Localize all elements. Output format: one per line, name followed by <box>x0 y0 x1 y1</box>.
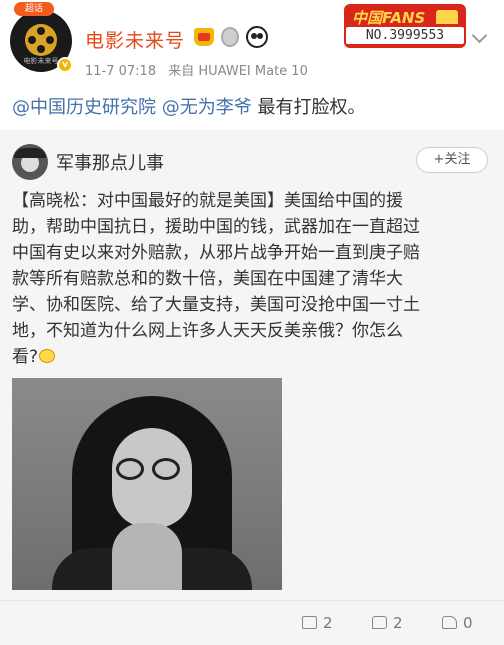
like-button[interactable]: 0 <box>442 613 473 633</box>
comment-icon <box>372 616 387 629</box>
share-icon <box>302 616 317 629</box>
share-button[interactable]: 2 <box>302 613 333 633</box>
post-body: 最有打脸权。 <box>257 97 366 118</box>
action-bar: 2 2 0 <box>0 600 504 645</box>
retweet-card[interactable]: 军事那点儿事 +关注 【高晓松：对中国最好的就是美国】美国给中国的援 助，帮助中… <box>0 130 504 600</box>
comment-button[interactable]: 2 <box>372 613 403 633</box>
post-source: 来自 HUAWEI Mate 10 <box>168 64 308 79</box>
thumbs-up-icon <box>442 616 457 629</box>
retweet-avatar[interactable] <box>12 144 48 180</box>
fans-badge[interactable]: 中国FANS NO.3999553 <box>344 4 466 48</box>
crown-icon[interactable] <box>194 28 214 46</box>
mention-link[interactable]: @中国历史研究院 <box>12 97 156 118</box>
share-count: 2 <box>323 614 333 632</box>
portrait-photo[interactable] <box>12 378 282 590</box>
verified-icon: v <box>57 57 73 73</box>
film-reel-icon <box>25 24 57 56</box>
retweet-line: 【高晓松：对中国最好的就是美国】美国给中国的援 <box>12 191 403 211</box>
retweet-line: 助，帮助中国抗日，援助中国的钱，武器加在一直超过 <box>12 217 420 237</box>
fans-number: NO.3999553 <box>346 27 464 44</box>
medal-icon[interactable] <box>221 27 239 47</box>
like-count: 0 <box>463 614 473 632</box>
topic-badge: 超话 <box>14 2 54 16</box>
gate-icon <box>436 10 458 24</box>
retweet-line: 看? <box>12 347 39 367</box>
panda-icon[interactable] <box>246 26 268 48</box>
retweet-username[interactable]: 军事那点儿事 <box>56 149 164 175</box>
retweet-line: 中国有史以来对外赔款，从邪片战争开始一直到庚子赔 <box>12 243 420 263</box>
post-meta: 11-7 07:18 来自 HUAWEI Mate 10 <box>85 60 308 79</box>
mention-link[interactable]: @无为李爷 <box>162 97 252 118</box>
post-text: @中国历史研究院 @无为李爷 最有打脸权。 <box>12 95 497 121</box>
follow-button[interactable]: +关注 <box>416 147 488 173</box>
comment-count: 2 <box>393 614 403 632</box>
fans-title: 中国FANS <box>352 9 426 27</box>
timestamp: 11-7 07:18 <box>85 64 157 79</box>
retweet-line-last: 看? <box>12 344 496 370</box>
glasses-emoji-icon <box>39 349 56 363</box>
retweet-text: 【高晓松：对中国最好的就是美国】美国给中国的援 助，帮助中国抗日，援助中国的钱，… <box>12 188 496 370</box>
retweet-line: 款等所有赔款总和的数十倍，美国在中国建了清华大 <box>12 269 403 289</box>
username[interactable]: 电影未来号 <box>85 26 185 53</box>
retweet-line: 地，不知道为什么网上许多人天天反美亲俄？你怎么 <box>12 321 403 341</box>
retweet-line: 学、协和医院、给了大量支持，美国可没抢中国一寸土 <box>12 295 420 315</box>
chevron-down-icon[interactable] <box>471 27 488 44</box>
